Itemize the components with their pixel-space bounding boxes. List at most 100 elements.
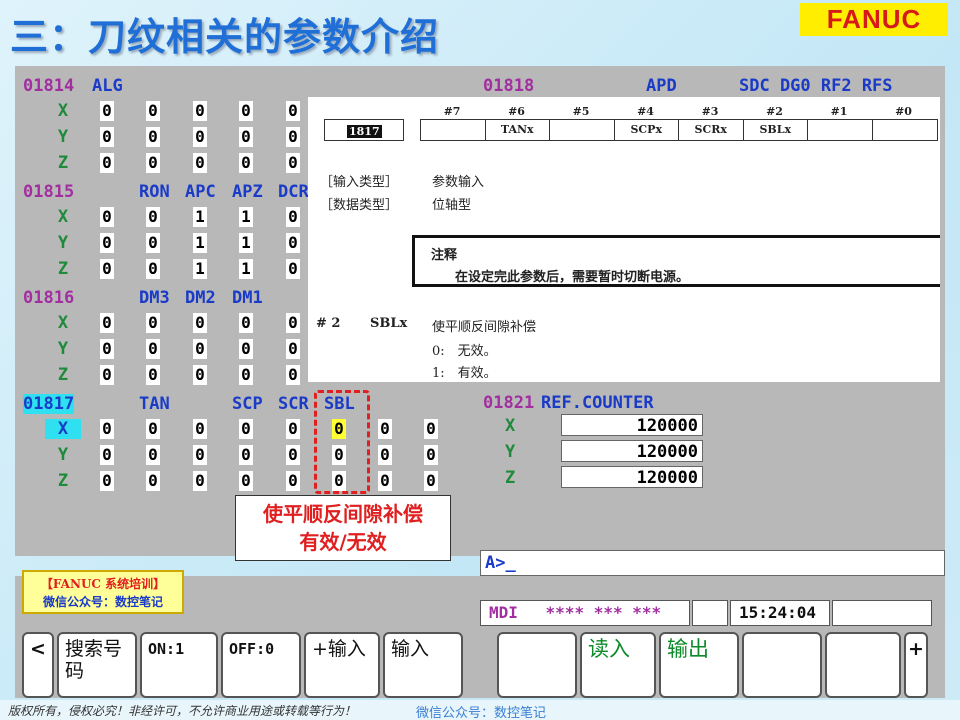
bit-cell[interactable]: 1 [239, 233, 253, 253]
softkey-input[interactable]: 输入 [383, 632, 463, 698]
bit-cell[interactable]: 0 [239, 313, 253, 333]
param-number-01814[interactable]: 01814 [23, 76, 74, 96]
bit-cell[interactable]: 0 [146, 339, 160, 359]
bit-name-cell [808, 120, 873, 140]
bit-cell[interactable]: 0 [286, 471, 300, 491]
bit-cell[interactable]: 0 [286, 101, 300, 121]
bit-cell[interactable]: 1 [193, 259, 207, 279]
ref-counter-value[interactable]: 120000 [561, 414, 703, 436]
softkey-right-plus[interactable]: + [904, 632, 928, 698]
bit-cell[interactable]: 0 [100, 471, 114, 491]
bit-cell[interactable]: 0 [193, 365, 207, 385]
bit-cell[interactable]: 0 [146, 101, 160, 121]
bit-cell[interactable]: 0 [424, 445, 438, 465]
bit-cell[interactable]: 0 [146, 233, 160, 253]
bit-cell[interactable]: 0 [146, 313, 160, 333]
bit-cell[interactable]: 0 [239, 101, 253, 121]
ref-counter-value[interactable]: 120000 [561, 466, 703, 488]
bit-cell[interactable]: 0 [378, 419, 392, 439]
param-number-01815[interactable]: 01815 [23, 182, 74, 202]
bit-cell[interactable]: 0 [146, 207, 160, 227]
bit-cell[interactable]: 0 [100, 153, 114, 173]
bit-cell[interactable]: 0 [193, 471, 207, 491]
bit-header: #6 [508, 105, 525, 118]
bit-cell[interactable]: 0 [146, 127, 160, 147]
bit-cell[interactable]: 0 [286, 445, 300, 465]
bit-cell[interactable]: 0 [193, 101, 207, 121]
bit-cell[interactable]: 0 [146, 259, 160, 279]
bit-cell[interactable]: 0 [100, 127, 114, 147]
bit-cell[interactable]: 0 [424, 471, 438, 491]
bit-cell[interactable]: 0 [100, 339, 114, 359]
bit-cell[interactable]: 0 [193, 339, 207, 359]
softkey-plus-input[interactable]: +输入 [304, 632, 380, 698]
bit-cell[interactable]: 0 [100, 207, 114, 227]
bit-cell[interactable]: 1 [193, 207, 207, 227]
softkey-on-1[interactable]: ON:1 [140, 632, 218, 698]
bit-cell[interactable]: 1 [193, 233, 207, 253]
bit-cell[interactable]: 0 [193, 445, 207, 465]
footer: 版权所有，侵权必究！非经许可，不允许商业用途或转载等行为！ 微信公众号：数控笔记 [0, 700, 960, 720]
bit-cell[interactable]: 0 [239, 471, 253, 491]
bit-label-tan: TAN [139, 394, 170, 414]
softkey-blank-3[interactable] [825, 632, 901, 698]
bit-cell[interactable]: 1 [239, 207, 253, 227]
bit-cell[interactable]: 0 [424, 419, 438, 439]
bit-cell[interactable]: 0 [100, 259, 114, 279]
bit-cell[interactable]: 0 [146, 419, 160, 439]
key-input-line[interactable]: A>_ [480, 550, 945, 576]
softkey-off-0[interactable]: OFF:0 [221, 632, 301, 698]
bit-cell[interactable]: 0 [286, 313, 300, 333]
bit-cell[interactable]: 0 [286, 259, 300, 279]
softkey-search-number[interactable]: 搜索号码 [57, 632, 137, 698]
bit-cell[interactable]: 0 [100, 233, 114, 253]
bit-cell[interactable]: 0 [286, 419, 300, 439]
softkey-blank-2[interactable] [742, 632, 822, 698]
bit-cell[interactable]: 0 [378, 445, 392, 465]
param-number-01817[interactable]: 01817 [23, 394, 75, 414]
bit-cell[interactable]: 0 [193, 153, 207, 173]
bit-cell[interactable]: 0 [286, 207, 300, 227]
bit-cell[interactable]: 0 [146, 365, 160, 385]
param-label-01814: ALG [92, 76, 123, 96]
softkey-left-arrow[interactable]: < [22, 632, 54, 698]
bit-cell[interactable]: 0 [239, 339, 253, 359]
bit-cell[interactable]: 0 [286, 233, 300, 253]
param-number-01818[interactable]: 01818 [483, 76, 534, 96]
bit-label-ron: RON [139, 182, 170, 202]
bit-cell[interactable]: 0 [378, 471, 392, 491]
bit-id: # 2 [316, 316, 341, 331]
softkey-blank-1[interactable] [497, 632, 577, 698]
param-number-01821[interactable]: 01821 [483, 393, 534, 413]
bit-label-dm2: DM2 [185, 288, 216, 308]
bit-cell[interactable]: 0 [100, 445, 114, 465]
bit-cell[interactable]: 0 [286, 127, 300, 147]
bit-cell[interactable]: 0 [146, 153, 160, 173]
ref-counter-value[interactable]: 120000 [561, 440, 703, 462]
option-1: 1: 有效。 [432, 366, 497, 381]
bit-cell[interactable]: 0 [146, 471, 160, 491]
axis-label-y: Y [57, 445, 69, 465]
note-text: 在设定完此参数后，需要暂时切断电源。 [455, 270, 690, 285]
bit-cell[interactable]: 0 [286, 153, 300, 173]
bit-cell[interactable]: 0 [239, 153, 253, 173]
bit-cell[interactable]: 0 [193, 127, 207, 147]
bit-cell[interactable]: 0 [100, 419, 114, 439]
bit-cell[interactable]: 0 [193, 419, 207, 439]
softkey-read[interactable]: 读入 [580, 632, 656, 698]
bit-cell[interactable]: 0 [239, 419, 253, 439]
bit-cell[interactable]: 0 [239, 127, 253, 147]
bit-cell[interactable]: 0 [286, 339, 300, 359]
copyright-text: 版权所有，侵权必究！非经许可，不允许商业用途或转载等行为！ [8, 704, 357, 718]
bit-cell[interactable]: 0 [193, 313, 207, 333]
bit-cell[interactable]: 0 [239, 365, 253, 385]
param-number-01816[interactable]: 01816 [23, 288, 74, 308]
bit-cell[interactable]: 0 [100, 313, 114, 333]
bit-cell[interactable]: 0 [100, 365, 114, 385]
bit-cell[interactable]: 1 [239, 259, 253, 279]
softkey-output[interactable]: 输出 [659, 632, 739, 698]
bit-cell[interactable]: 0 [146, 445, 160, 465]
bit-cell[interactable]: 0 [286, 365, 300, 385]
bit-cell[interactable]: 0 [100, 101, 114, 121]
bit-cell[interactable]: 0 [239, 445, 253, 465]
